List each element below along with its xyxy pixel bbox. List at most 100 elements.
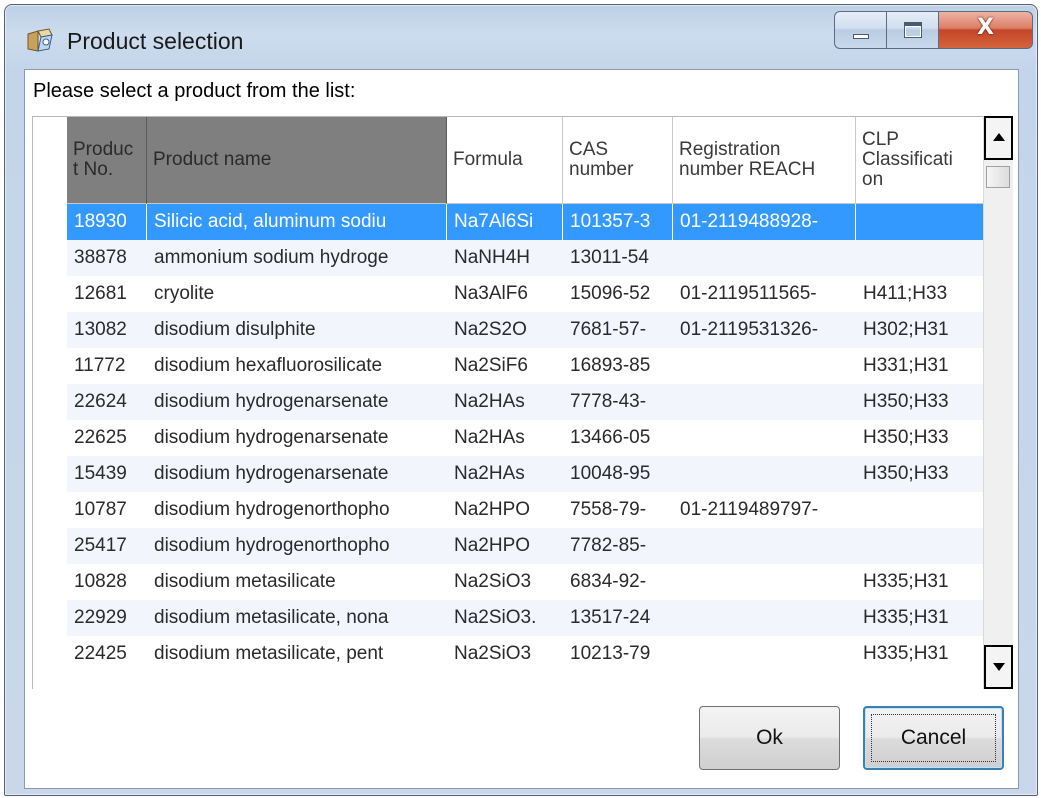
ok-button[interactable]: Ok	[699, 706, 840, 770]
cell-clp-classification[interactable]: H335;H31	[856, 636, 986, 672]
cell-product-no[interactable]: 13082	[67, 312, 147, 348]
cell-formula[interactable]: Na2SiF6	[447, 348, 563, 384]
cell-product-name[interactable]: disodium hydrogenorthopho	[147, 492, 447, 528]
cell-formula[interactable]: Na2HPO	[447, 528, 563, 564]
cell-product-no[interactable]: 22624	[67, 384, 147, 420]
cell-product-no[interactable]: 18930	[67, 204, 147, 240]
cell-product-name[interactable]: disodium metasilicate	[147, 564, 447, 600]
cell-cas-number[interactable]: 15096-52	[563, 276, 673, 312]
cell-product-name[interactable]: disodium hydrogenarsenate	[147, 456, 447, 492]
cell-product-name[interactable]: disodium metasilicate, pent	[147, 636, 447, 672]
cell-cas-number[interactable]: 6834-92-	[563, 564, 673, 600]
cell-clp-classification[interactable]: H331;H31	[856, 348, 986, 384]
table-row-selected[interactable]: 18930 Silicic acid, aluminum sodiu Na7Al6S…	[67, 204, 986, 240]
scrollbar-thumb[interactable]	[986, 166, 1010, 188]
table-row[interactable]: 25417 disodium hydrogenorthopho Na2HPO 7782…	[67, 528, 986, 564]
cell-product-no[interactable]: 12681	[67, 276, 147, 312]
cell-registration-number[interactable]	[673, 564, 856, 600]
table-row[interactable]: 12681 cryolite Na3AlF6 15096-52 01-211951156…	[67, 276, 986, 312]
header-product-name[interactable]: Product name	[147, 117, 447, 204]
cell-product-name[interactable]: disodium hydrogenorthopho	[147, 528, 447, 564]
cell-formula[interactable]: Na2HAs	[447, 384, 563, 420]
cell-formula[interactable]: Na2SiO3	[447, 564, 563, 600]
cell-product-name[interactable]: ammonium sodium hydroge	[147, 240, 447, 276]
cell-cas-number[interactable]: 13466-05	[563, 420, 673, 456]
header-cas-number[interactable]: CAS number	[563, 117, 673, 204]
header-product-no[interactable]: Produc t No.	[67, 117, 147, 204]
cell-cas-number[interactable]: 16893-85	[563, 348, 673, 384]
table-row[interactable]: 38878 ammonium sodium hydroge NaNH4H 13011-…	[67, 240, 986, 276]
cell-product-no[interactable]: 10828	[67, 564, 147, 600]
cell-registration-number[interactable]	[673, 456, 856, 492]
cell-registration-number[interactable]	[673, 348, 856, 384]
cell-cas-number[interactable]: 7681-57-	[563, 312, 673, 348]
cell-clp-classification[interactable]	[856, 204, 986, 240]
cell-cas-number[interactable]: 10048-95	[563, 456, 673, 492]
table-row[interactable]: 15439 disodium hydrogenarsenate Na2HAs 1004…	[67, 456, 986, 492]
cell-cas-number[interactable]: 13011-54	[563, 240, 673, 276]
cell-clp-classification[interactable]: H350;H33	[856, 456, 986, 492]
cell-clp-classification[interactable]	[856, 528, 986, 564]
minimize-button[interactable]	[834, 11, 886, 49]
cell-registration-number[interactable]	[673, 384, 856, 420]
header-clp-classification[interactable]: CLP Classificati on	[856, 117, 986, 204]
cell-cas-number[interactable]: 7782-85-	[563, 528, 673, 564]
cell-formula[interactable]: Na2HPO	[447, 492, 563, 528]
table-row[interactable]: 22425 disodium metasilicate, pent Na2SiO3 1…	[67, 636, 986, 672]
cell-product-no[interactable]: 15439	[67, 456, 147, 492]
close-button[interactable]: X	[938, 11, 1033, 49]
cell-formula[interactable]: Na2HAs	[447, 420, 563, 456]
vertical-scrollbar[interactable]	[983, 116, 1013, 689]
row-header-column[interactable]	[33, 117, 67, 689]
cell-product-name[interactable]: Silicic acid, aluminum sodiu	[147, 204, 447, 240]
cell-cas-number[interactable]: 10213-79	[563, 636, 673, 672]
cell-cas-number[interactable]: 7778-43-	[563, 384, 673, 420]
table-row[interactable]: 22929 disodium metasilicate, nona Na2SiO3.…	[67, 600, 986, 636]
cell-clp-classification[interactable]: H335;H31	[856, 600, 986, 636]
header-formula[interactable]: Formula	[447, 117, 563, 204]
cell-formula[interactable]: Na3AlF6	[447, 276, 563, 312]
cell-product-name[interactable]: disodium hydrogenarsenate	[147, 420, 447, 456]
cell-product-no[interactable]: 22425	[67, 636, 147, 672]
cell-product-no[interactable]: 10787	[67, 492, 147, 528]
scroll-up-button[interactable]	[984, 116, 1013, 160]
cell-cas-number[interactable]: 7558-79-	[563, 492, 673, 528]
cancel-button[interactable]: Cancel	[863, 706, 1004, 770]
cell-product-name[interactable]: disodium metasilicate, nona	[147, 600, 447, 636]
cell-registration-number[interactable]	[673, 420, 856, 456]
cell-product-name[interactable]: disodium disulphite	[147, 312, 447, 348]
cell-clp-classification[interactable]	[856, 240, 986, 276]
cell-clp-classification[interactable]: H350;H33	[856, 384, 986, 420]
table-row[interactable]: 22625 disodium hydrogenarsenate Na2HAs 1346…	[67, 420, 986, 456]
maximize-button[interactable]	[886, 11, 938, 49]
cell-product-name[interactable]: disodium hydrogenarsenate	[147, 384, 447, 420]
cell-product-no[interactable]: 22625	[67, 420, 147, 456]
cell-registration-number[interactable]: 01-2119531326-	[673, 312, 856, 348]
cell-clp-classification[interactable]	[856, 492, 986, 528]
cell-formula[interactable]: Na7Al6Si	[447, 204, 563, 240]
cell-registration-number[interactable]	[673, 600, 856, 636]
cell-product-no[interactable]: 11772	[67, 348, 147, 384]
cell-clp-classification[interactable]: H302;H31	[856, 312, 986, 348]
cell-formula[interactable]: Na2HAs	[447, 456, 563, 492]
cell-clp-classification[interactable]: H411;H33	[856, 276, 986, 312]
table-row[interactable]: 10787 disodium hydrogenorthopho Na2HPO 7558…	[67, 492, 986, 528]
cell-registration-number[interactable]	[673, 636, 856, 672]
table-row[interactable]: 22624 disodium hydrogenarsenate Na2HAs 7778…	[67, 384, 986, 420]
table-row[interactable]: 10828 disodium metasilicate Na2SiO3 6834-92…	[67, 564, 986, 600]
cell-clp-classification[interactable]: H350;H33	[856, 420, 986, 456]
cell-cas-number[interactable]: 13517-24	[563, 600, 673, 636]
cell-registration-number[interactable]	[673, 240, 856, 276]
cell-product-name[interactable]: cryolite	[147, 276, 447, 312]
cell-registration-number[interactable]: 01-2119488928-	[673, 204, 856, 240]
scroll-down-button[interactable]	[984, 645, 1013, 689]
cell-registration-number[interactable]: 01-2119511565-	[673, 276, 856, 312]
cell-formula[interactable]: Na2S2O	[447, 312, 563, 348]
cell-product-name[interactable]: disodium hexafluorosilicate	[147, 348, 447, 384]
table-row[interactable]: 13082 disodium disulphite Na2S2O 7681-57- 01…	[67, 312, 986, 348]
title-bar[interactable]: Product selection X	[5, 5, 1037, 69]
cell-product-no[interactable]: 38878	[67, 240, 147, 276]
cell-registration-number[interactable]	[673, 528, 856, 564]
header-registration-number[interactable]: Registration number REACH	[673, 117, 856, 204]
cell-product-no[interactable]: 22929	[67, 600, 147, 636]
